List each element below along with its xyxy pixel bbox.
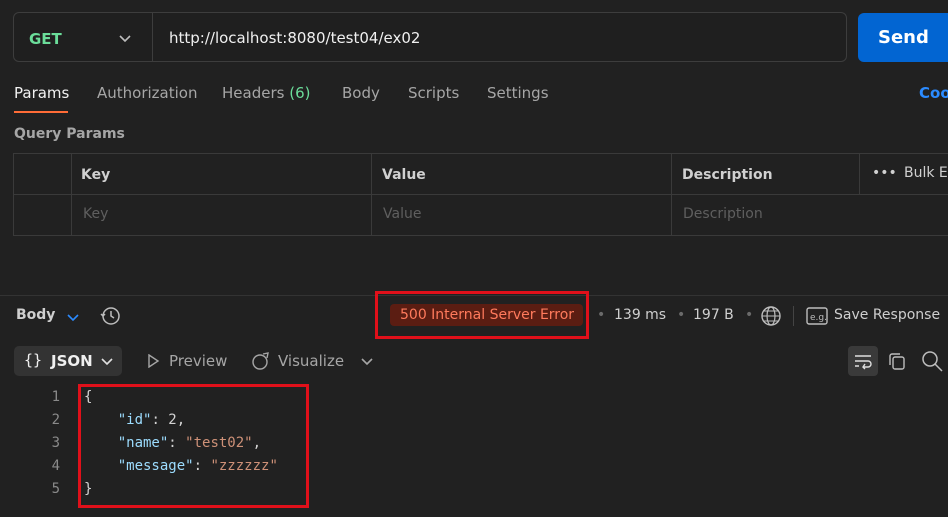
visualize-button[interactable]: Visualize [278, 352, 344, 370]
url-divider [152, 13, 153, 61]
separator-dot: • [597, 307, 606, 323]
code-line[interactable]: "id": 2, [84, 412, 185, 428]
response-time[interactable]: 139 ms [614, 307, 666, 323]
json-key: "id" [117, 412, 152, 428]
value-input[interactable]: Value [383, 206, 421, 222]
chevron-down-icon[interactable] [100, 354, 114, 368]
code-line[interactable]: { [84, 389, 92, 405]
table-divider [14, 194, 948, 195]
response-size[interactable]: 197 B [693, 307, 734, 323]
json-value: 2 [168, 412, 177, 428]
tab-body[interactable]: Body [342, 84, 380, 102]
url-input[interactable]: http://localhost:8080/test04/ex02 [169, 29, 420, 47]
chevron-down-icon[interactable] [66, 310, 80, 324]
tab-settings[interactable]: Settings [487, 84, 549, 102]
send-button[interactable]: Send [858, 13, 948, 62]
line-number: 3 [51, 435, 60, 451]
tab-authorization[interactable]: Authorization [97, 84, 197, 102]
globe-icon[interactable] [760, 305, 782, 327]
json-brace: { [84, 389, 93, 405]
svg-text:e.g.: e.g. [810, 313, 827, 323]
cookies-link[interactable]: Coo [919, 84, 948, 102]
format-label: JSON [51, 352, 93, 370]
url-bar: GET http://localhost:8080/test04/ex02 [13, 12, 847, 62]
table-column-divider [71, 154, 72, 236]
toolbar-divider [793, 306, 794, 326]
json-value: "zzzzzz" [210, 458, 278, 474]
code-line[interactable]: "message": "zzzzzz" [84, 458, 278, 474]
method-select[interactable]: GET [29, 30, 62, 48]
history-icon[interactable] [100, 305, 122, 327]
column-header-value: Value [382, 167, 426, 183]
line-number: 2 [51, 412, 60, 428]
chevron-down-icon[interactable] [360, 354, 374, 368]
wrap-lines-icon [855, 355, 872, 370]
preview-button[interactable]: Preview [169, 352, 227, 370]
description-input[interactable]: Description [683, 206, 763, 222]
bulk-edit-link[interactable]: Bulk E [904, 165, 948, 181]
query-params-table: Key Value Description ••• Bulk E Key Val… [13, 153, 948, 236]
braces-icon: {} [24, 351, 43, 369]
separator-dot: • [745, 307, 754, 323]
json-brace: } [84, 481, 93, 497]
table-column-divider [859, 154, 860, 194]
key-input[interactable]: Key [83, 206, 108, 222]
code-line[interactable]: "name": "test02", [84, 435, 261, 451]
column-header-key: Key [81, 167, 111, 183]
line-number: 4 [51, 458, 60, 474]
column-header-description: Description [682, 167, 773, 183]
headers-count-badge: (6) [289, 84, 311, 102]
tab-headers[interactable]: Headers (6) [222, 84, 310, 102]
query-params-title: Query Params [14, 126, 125, 142]
tab-headers-label: Headers [222, 84, 285, 102]
line-number: 1 [51, 389, 60, 405]
tab-scripts[interactable]: Scripts [408, 84, 459, 102]
active-tab-indicator [14, 111, 68, 113]
tab-params[interactable]: Params [14, 84, 69, 102]
table-column-divider [671, 154, 672, 236]
more-options-icon[interactable]: ••• [872, 165, 897, 181]
line-number: 5 [51, 481, 60, 497]
table-column-divider [371, 154, 372, 236]
status-badge[interactable]: 500 Internal Server Error [390, 304, 584, 326]
separator-dot: • [677, 307, 686, 323]
example-icon[interactable]: e.g. [806, 307, 828, 325]
visualize-icon[interactable] [251, 351, 271, 371]
save-response-button[interactable]: Save Response [834, 307, 940, 323]
copy-icon[interactable] [887, 351, 907, 371]
search-icon[interactable] [921, 350, 943, 372]
json-key: "message" [117, 458, 194, 474]
code-line[interactable]: } [84, 481, 92, 497]
json-key: "name" [117, 435, 169, 451]
response-body-label[interactable]: Body [16, 307, 55, 323]
json-value: "test02" [185, 435, 253, 451]
chevron-down-icon[interactable] [118, 31, 132, 45]
play-icon[interactable] [146, 354, 160, 368]
